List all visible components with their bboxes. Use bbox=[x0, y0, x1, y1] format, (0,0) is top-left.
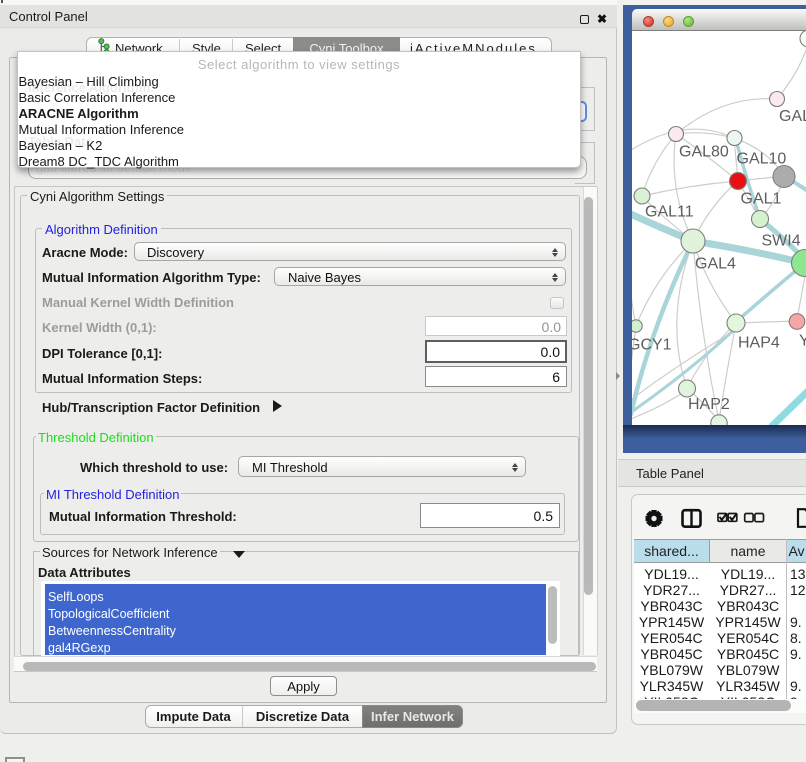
svg-text:SWI4: SWI4 bbox=[762, 233, 801, 250]
svg-text:GAL11: GAL11 bbox=[645, 204, 694, 221]
svg-text:HAP2: HAP2 bbox=[688, 396, 730, 413]
svg-text:GAL4: GAL4 bbox=[695, 256, 736, 273]
svg-text:GAL2: GAL2 bbox=[779, 108, 806, 125]
svg-text:GAL10: GAL10 bbox=[737, 151, 787, 168]
svg-text:GAL1: GAL1 bbox=[741, 191, 782, 208]
svg-text:GCY1: GCY1 bbox=[632, 337, 672, 354]
svg-text:Y: Y bbox=[799, 333, 806, 350]
svg-text:GAL80: GAL80 bbox=[679, 144, 729, 161]
svg-text:HAP4: HAP4 bbox=[738, 335, 780, 352]
